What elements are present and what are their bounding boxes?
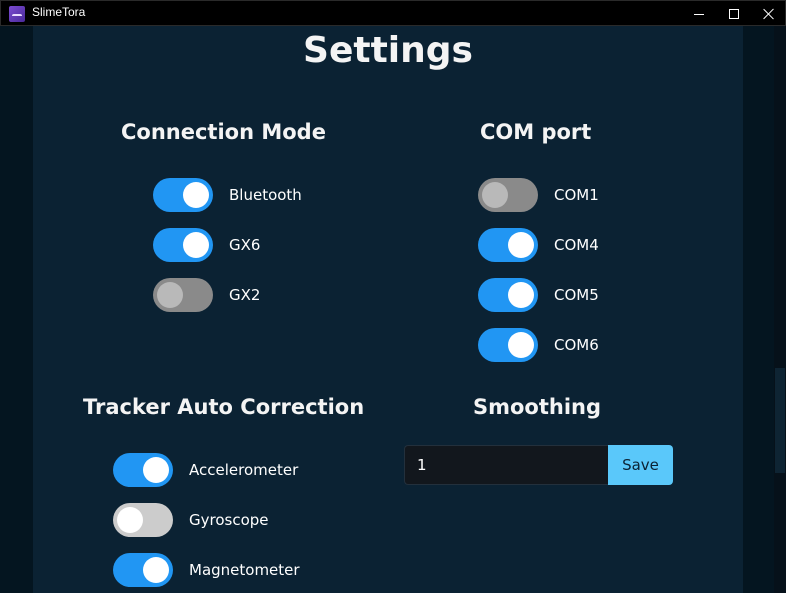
toggle-knob xyxy=(482,182,508,208)
accelerometer-toggle[interactable] xyxy=(113,453,173,487)
com-port-com5[interactable]: COM5 xyxy=(478,278,599,312)
magnetometer-toggle[interactable] xyxy=(113,553,173,587)
toggle-knob xyxy=(183,232,209,258)
com-port-com1[interactable]: COM1 xyxy=(478,178,599,212)
com6-label: COM6 xyxy=(554,336,599,354)
gx2-toggle[interactable] xyxy=(153,278,213,312)
settings-panel: Settings Connection Mode Bluetooth GX6 G… xyxy=(33,26,743,593)
minimize-icon xyxy=(694,13,704,15)
maximize-button[interactable] xyxy=(716,1,752,27)
com1-toggle[interactable] xyxy=(478,178,538,212)
gyroscope-toggle[interactable] xyxy=(113,503,173,537)
page-title: Settings xyxy=(303,30,473,71)
toggle-knob xyxy=(117,507,143,533)
connection-mode-title: Connection Mode xyxy=(121,120,326,144)
scrollbar-track[interactable] xyxy=(774,26,786,593)
toggle-knob xyxy=(508,282,534,308)
close-icon xyxy=(763,8,775,20)
scrollbar-thumb[interactable] xyxy=(775,368,785,473)
com-port-title: COM port xyxy=(480,120,592,144)
bluetooth-toggle[interactable] xyxy=(153,178,213,212)
window-titlebar[interactable]: SlimeTora xyxy=(0,0,786,26)
window-title: SlimeTora xyxy=(32,5,86,19)
gx2-label: GX2 xyxy=(229,286,261,304)
toggle-knob xyxy=(183,182,209,208)
connection-mode-gx2[interactable]: GX2 xyxy=(153,278,260,312)
slimetora-logo-icon xyxy=(9,6,25,22)
com4-toggle[interactable] xyxy=(478,228,538,262)
gyroscope-label: Gyroscope xyxy=(189,511,269,529)
close-button[interactable] xyxy=(751,1,786,27)
gx6-toggle[interactable] xyxy=(153,228,213,262)
auto-correction-accelerometer[interactable]: Accelerometer xyxy=(113,453,298,487)
com5-label: COM5 xyxy=(554,286,599,304)
window-background-left xyxy=(0,26,33,593)
magnetometer-label: Magnetometer xyxy=(189,561,300,579)
maximize-icon xyxy=(729,9,739,19)
toggle-knob xyxy=(508,332,534,358)
minimize-button[interactable] xyxy=(681,1,717,27)
toggle-knob xyxy=(157,282,183,308)
accelerometer-label: Accelerometer xyxy=(189,461,299,479)
auto-correction-gyroscope[interactable]: Gyroscope xyxy=(113,503,269,537)
com-port-com4[interactable]: COM4 xyxy=(478,228,599,262)
connection-mode-gx6[interactable]: GX6 xyxy=(153,228,260,262)
com6-toggle[interactable] xyxy=(478,328,538,362)
toggle-knob xyxy=(508,232,534,258)
connection-mode-bluetooth[interactable]: Bluetooth xyxy=(153,178,302,212)
com1-label: COM1 xyxy=(554,186,599,204)
smoothing-input[interactable] xyxy=(404,445,610,485)
com-port-com6[interactable]: COM6 xyxy=(478,328,599,362)
toggle-knob xyxy=(143,457,169,483)
toggle-knob xyxy=(143,557,169,583)
tracker-auto-correction-title: Tracker Auto Correction xyxy=(83,395,365,419)
com5-toggle[interactable] xyxy=(478,278,538,312)
smoothing-title: Smoothing xyxy=(473,395,602,419)
save-button[interactable]: Save xyxy=(608,445,673,485)
auto-correction-magnetometer[interactable]: Magnetometer xyxy=(113,553,300,587)
bluetooth-label: Bluetooth xyxy=(229,186,302,204)
com4-label: COM4 xyxy=(554,236,599,254)
gx6-label: GX6 xyxy=(229,236,261,254)
